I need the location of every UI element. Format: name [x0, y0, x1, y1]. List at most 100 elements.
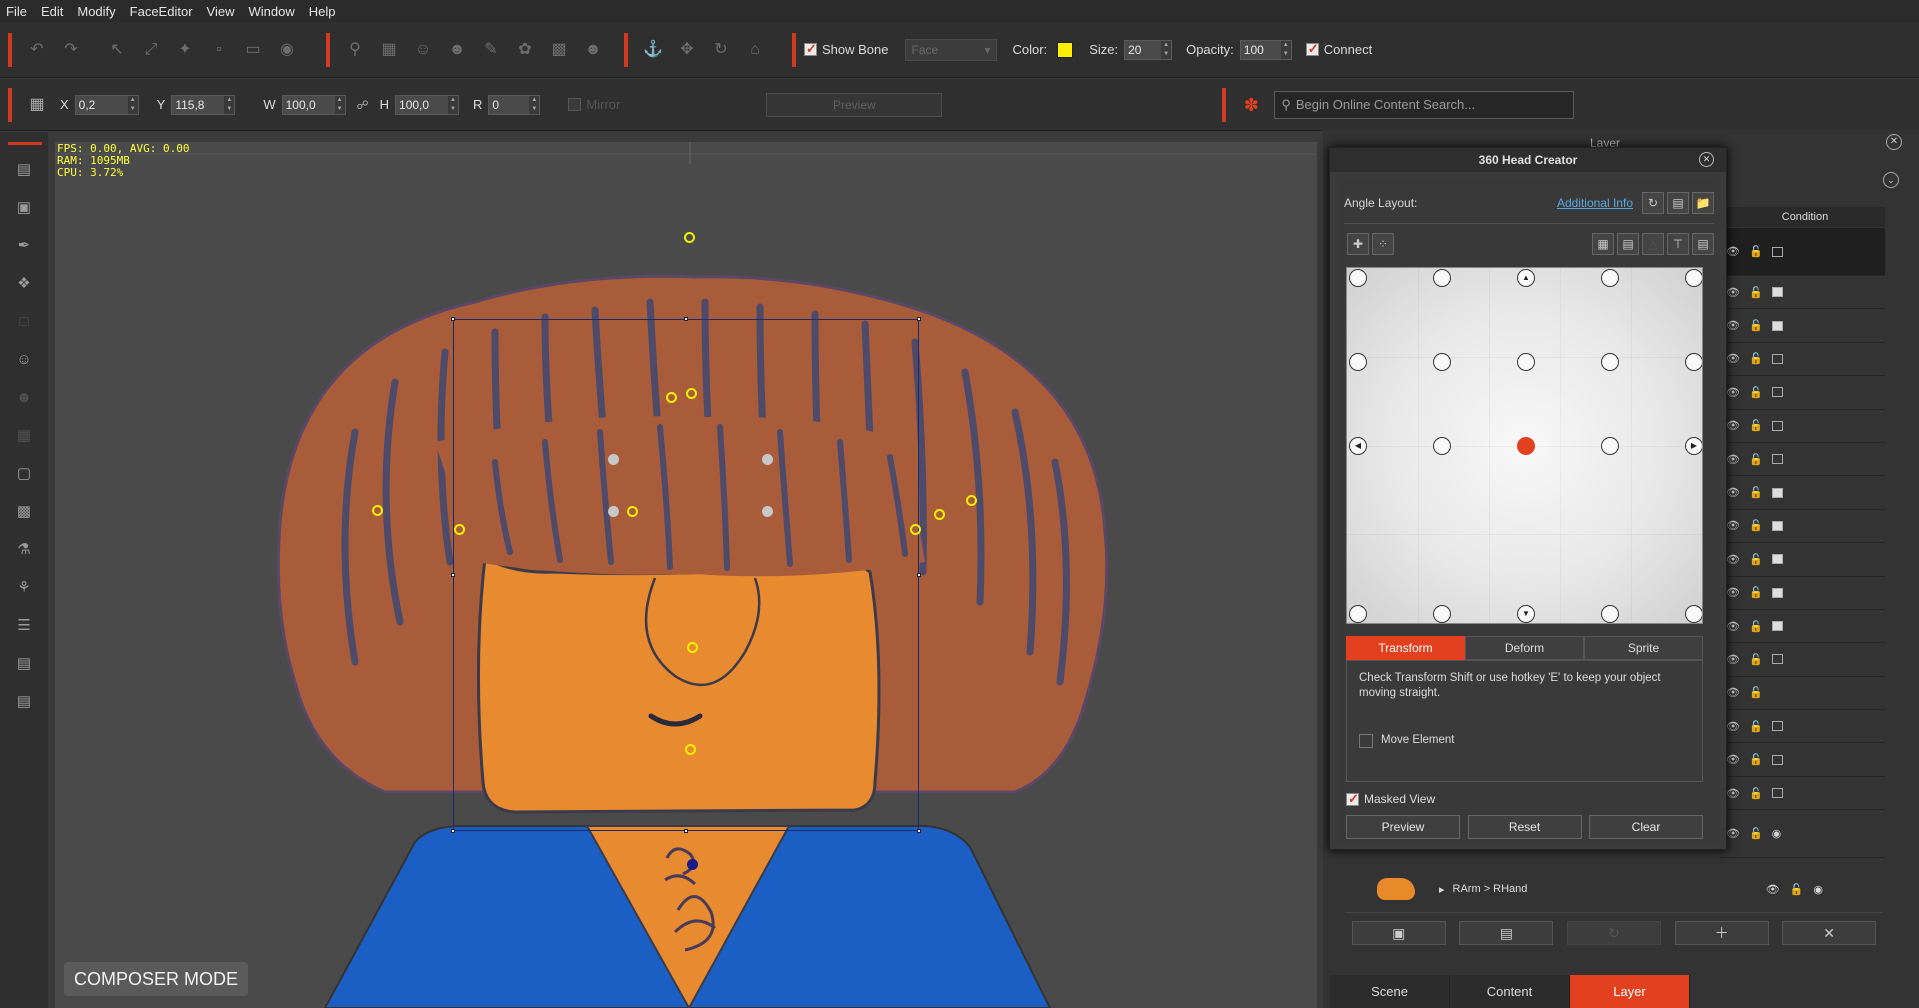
link-icon[interactable]: ☍: [352, 94, 374, 116]
film-icon[interactable]: ▤: [1692, 233, 1714, 255]
size-input[interactable]: 20 ▲ ▼: [1124, 39, 1173, 60]
menu-modify[interactable]: Modify: [77, 4, 115, 19]
mask-icon[interactable]: [1771, 554, 1783, 565]
eye-icon[interactable]: ◉: [276, 39, 298, 61]
bone-point[interactable]: [686, 641, 698, 653]
grid-snap-icon[interactable]: ▦: [1592, 233, 1614, 255]
visibility-icon[interactable]: 👁: [1726, 419, 1740, 432]
visibility-icon[interactable]: 👁: [1726, 653, 1740, 666]
visibility-icon[interactable]: 👁: [1726, 586, 1740, 599]
mask-icon[interactable]: [1771, 654, 1783, 665]
tab-content[interactable]: Content: [1450, 975, 1570, 1008]
resize-handle[interactable]: [451, 573, 455, 577]
refresh-button[interactable]: ↻: [1566, 920, 1661, 945]
show-bone-checkbox[interactable]: [804, 41, 817, 57]
layer-row[interactable]: 👁 🔓: [1720, 510, 1885, 544]
lock-icon[interactable]: 🔓: [1749, 827, 1763, 840]
mask-icon[interactable]: [1771, 788, 1783, 799]
visibility-icon[interactable]: 👁: [1726, 386, 1740, 399]
menu-file[interactable]: File: [6, 4, 27, 19]
angle-point[interactable]: [1433, 269, 1451, 287]
bone-point[interactable]: [909, 523, 921, 535]
layer-row[interactable]: 👁 🔓: [1720, 343, 1885, 377]
collapse-icon[interactable]: ⌄: [1883, 172, 1899, 188]
import-svg-button[interactable]: ▤: [1459, 920, 1554, 945]
tab-transform[interactable]: Transform: [1346, 636, 1465, 660]
pin-icon[interactable]: ⚓: [642, 39, 664, 61]
pose-eye-icon[interactable]: ◉: [1813, 883, 1823, 896]
angle-point[interactable]: [1601, 353, 1619, 371]
pose-icon[interactable]: ⚘: [11, 575, 37, 601]
angle-point[interactable]: [1433, 353, 1451, 371]
menu-window[interactable]: Window: [248, 4, 294, 19]
menu-view[interactable]: View: [207, 4, 235, 19]
lock-icon[interactable]: 🔓: [1749, 486, 1763, 499]
angle-point[interactable]: [1517, 353, 1535, 371]
visibility-icon[interactable]: 👁: [1726, 352, 1740, 365]
grid-layout-icon[interactable]: ▦: [26, 94, 48, 116]
tab-layer[interactable]: Layer: [1570, 975, 1690, 1008]
reset-layout-icon[interactable]: ↻: [1642, 192, 1664, 214]
resize-handle[interactable]: [684, 829, 688, 833]
mask-icon[interactable]: [1771, 287, 1783, 298]
copy-icon[interactable]: ▤: [1617, 233, 1639, 255]
connect-checkbox[interactable]: [1305, 41, 1319, 57]
dialog-close-icon[interactable]: ✕: [1699, 152, 1714, 167]
visibility-icon[interactable]: 👁: [1726, 827, 1740, 840]
angle-point[interactable]: [1601, 605, 1619, 623]
curve-icon[interactable]: ▭: [242, 39, 264, 61]
angle-point[interactable]: [1601, 437, 1619, 455]
mirror-checkbox[interactable]: [568, 98, 582, 111]
lock-icon[interactable]: 🔓: [1749, 720, 1763, 733]
add-angle-icon[interactable]: ✚: [1347, 233, 1369, 255]
home-icon[interactable]: ⌂: [744, 39, 766, 61]
mesh-icon[interactable]: ▦: [378, 39, 400, 61]
visibility-icon[interactable]: 👁: [1726, 286, 1740, 299]
reshape-icon[interactable]: ❖: [11, 271, 37, 297]
layer-row[interactable]: 👁 🔓: [1720, 710, 1885, 744]
head-rotate-icon[interactable]: ☻: [446, 39, 468, 61]
pivot-point[interactable]: [761, 505, 773, 517]
content-store-icon[interactable]: ✽: [1240, 94, 1262, 116]
align-icon[interactable]: ⊤: [1667, 233, 1689, 255]
h-input[interactable]: 100,0 ▲ ▼: [395, 94, 460, 115]
bone-point[interactable]: [684, 743, 696, 755]
visibility-icon[interactable]: 👁: [1726, 720, 1740, 733]
pen-icon[interactable]: ✒: [11, 233, 37, 259]
bone-point[interactable]: [685, 387, 697, 399]
bone-point[interactable]: [683, 231, 695, 243]
layer-row[interactable]: 👁 🔓: [1720, 410, 1885, 443]
open-folder-icon[interactable]: 📁: [1692, 192, 1714, 214]
w-input[interactable]: 100,0 ▲ ▼: [281, 94, 346, 115]
layer-row[interactable]: 👁 🔓: [1720, 610, 1885, 644]
x-input[interactable]: 0,2 ▲ ▼: [74, 94, 139, 115]
angle-point[interactable]: [1349, 605, 1367, 623]
head-outline-icon[interactable]: ☻: [11, 385, 37, 411]
visibility-icon[interactable]: 👁: [1726, 519, 1740, 532]
color-swatch[interactable]: [1057, 41, 1074, 58]
lock-icon[interactable]: 🔓: [1749, 453, 1763, 466]
layer-row[interactable]: 👁 🔓 ◉: [1720, 810, 1885, 859]
lock-icon[interactable]: 🔓: [1749, 586, 1763, 599]
resize-handle[interactable]: [917, 573, 921, 577]
visibility-icon[interactable]: 👁: [1726, 686, 1740, 699]
move-element-checkbox[interactable]: [1359, 733, 1373, 748]
bone-point[interactable]: [665, 391, 677, 403]
r-input[interactable]: 0 ▲ ▼: [488, 94, 541, 115]
bone-rig-icon[interactable]: ⚗: [11, 537, 37, 563]
layer-row[interactable]: 👁 🔓: [1720, 643, 1885, 677]
angle-point[interactable]: [1433, 437, 1451, 455]
bone-point[interactable]: [626, 505, 638, 517]
angle-point[interactable]: [1349, 269, 1367, 287]
lock-icon[interactable]: 🔓: [1749, 686, 1763, 699]
lock-icon[interactable]: 🔓: [1749, 653, 1763, 666]
reset-button[interactable]: Reset: [1467, 815, 1582, 839]
grid-dim-icon[interactable]: ▦: [11, 423, 37, 449]
angle-point-up-icon[interactable]: ▲: [1517, 269, 1535, 287]
tab-sprite[interactable]: Sprite: [1584, 636, 1703, 660]
visibility-icon[interactable]: 👁: [1726, 620, 1740, 633]
layer-row-rarm[interactable]: ▸ RArm > RHand 👁 🔓 ◉: [1345, 871, 1883, 907]
layer-panel-close-icon[interactable]: ✕: [1886, 134, 1902, 150]
layer-row[interactable]: 👁 🔓: [1720, 443, 1885, 477]
visibility-icon[interactable]: 👁: [1726, 486, 1740, 499]
